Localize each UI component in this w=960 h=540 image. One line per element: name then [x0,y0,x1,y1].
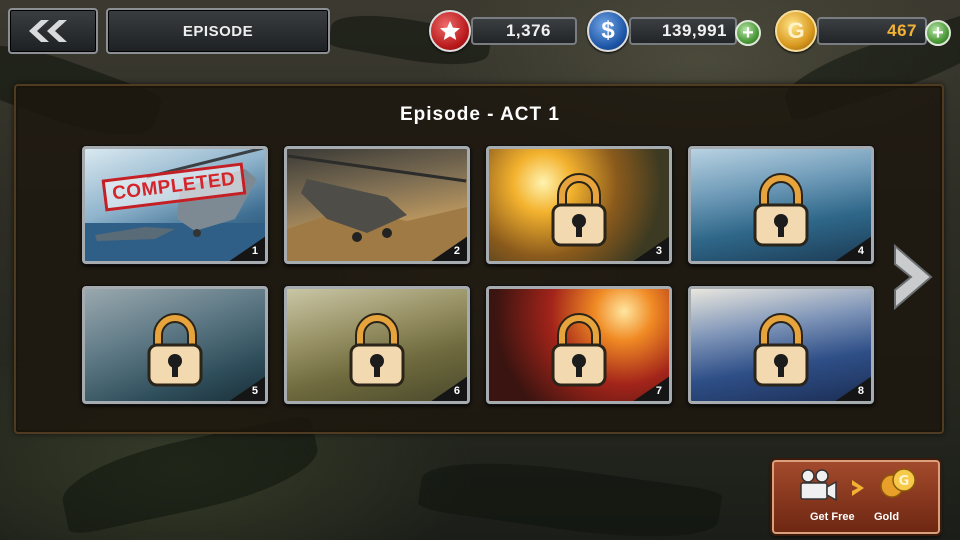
mission-number: 2 [453,245,460,257]
mission-card-3[interactable]: 3 [486,146,672,264]
gold-coin-icon: G [775,10,817,52]
gold-coins-icon: G [880,468,916,498]
lock-icon [551,173,607,247]
mission-card-1[interactable]: COMPLETED 1 [82,146,268,264]
mission-card-7[interactable]: 7 [486,286,672,404]
star-counter: 1,376 [429,10,579,52]
dollar-coin-icon: $ [587,10,629,52]
mission-card-4[interactable]: 4 [688,146,874,264]
get-free-gold-button[interactable]: G Get Free Gold [772,460,940,534]
mission-number: 3 [655,245,662,257]
mission-number: 1 [251,245,258,257]
mission-number: 5 [251,385,258,397]
gold-value: 467 [817,17,927,45]
cash-value: 139,991 [629,17,737,45]
star-value: 1,376 [471,17,577,45]
lock-icon [551,313,607,387]
foliage [417,449,723,540]
page-title-text: EPISODE [182,22,254,40]
mission-number: 4 [857,245,864,257]
mission-number: 6 [453,385,460,397]
mission-card-6[interactable]: 6 [284,286,470,404]
episode-act-title: Episode - ACT 1 [400,104,560,125]
gold-counter: G 467 + [775,10,953,52]
page-title: EPISODE [106,8,330,54]
lock-icon [147,313,203,387]
lock-icon [349,313,405,387]
next-page-arrow-icon[interactable] [893,242,933,312]
get-free-label: Get Free [810,511,855,523]
add-gold-button[interactable]: + [925,20,951,46]
lock-icon [753,313,809,387]
mission-number: 7 [655,385,662,397]
cash-counter: $ 139,991 + [587,10,762,52]
add-cash-button[interactable]: + [735,20,761,46]
mission-card-2[interactable]: 2 [284,146,470,264]
mission-card-5[interactable]: 5 [82,286,268,404]
video-camera-icon [800,469,837,502]
double-chevron-left-icon [29,20,67,42]
gold-label: Gold [874,511,900,523]
svg-text:G: G [899,474,910,489]
star-icon [429,10,471,52]
mission-card-8[interactable]: 8 [688,286,874,404]
lock-icon [753,173,809,247]
mission-number: 8 [857,385,864,397]
back-button[interactable] [8,8,98,54]
arrow-right-icon [852,480,864,496]
